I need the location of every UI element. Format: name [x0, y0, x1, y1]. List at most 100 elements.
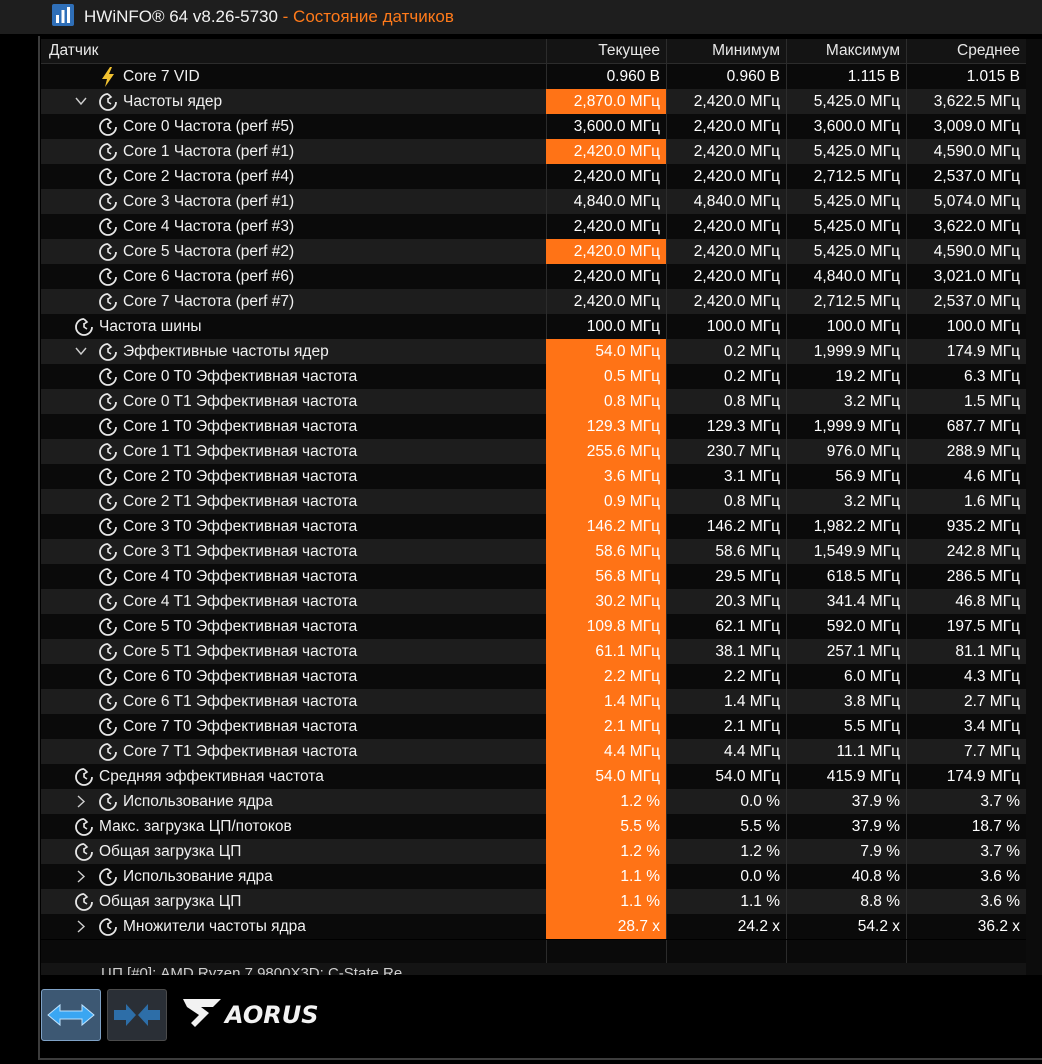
sensor-name: Core 7 T1 Эффективная частота: [97, 739, 357, 764]
min-value: 2,420.0 МГц: [666, 214, 786, 239]
next-group-row[interactable]: ЦП [#0]: AMD Ryzen 7 9800X3D: C-State Re…: [41, 963, 1026, 975]
max-value: 618.5 МГц: [786, 564, 906, 589]
table-row[interactable]: Макс. загрузка ЦП/потоков 5.5 % 5.5 % 37.9 …: [41, 814, 1026, 839]
table-row[interactable]: Core 4 Частота (perf #3) 2,420.0 МГц 2,420…: [41, 214, 1026, 239]
clock-icon: [97, 341, 119, 363]
current-value: 2,420.0 МГц: [546, 214, 666, 239]
table-row[interactable]: Core 3 T0 Эффективная частота 146.2 МГц 14…: [41, 514, 1026, 539]
table-row[interactable]: Общая загрузка ЦП 1.2 % 1.2 % 7.9 % 3.7 %: [41, 839, 1026, 864]
expand-arrows-icon: [47, 1003, 95, 1027]
table-row[interactable]: Core 0 T1 Эффективная частота 0.8 МГц 0.8 …: [41, 389, 1026, 414]
sensor-label: Core 0 T0 Эффективная частота: [123, 368, 358, 385]
table-row[interactable]: Частота шины 100.0 МГц 100.0 МГц 100.0 МГц 1…: [41, 314, 1026, 339]
sensor-name: Макс. загрузка ЦП/потоков: [73, 814, 292, 839]
clock-icon: [73, 816, 95, 838]
table-row[interactable]: Core 0 T0 Эффективная частота 0.5 МГц 0.2 …: [41, 364, 1026, 389]
sensor-name: Core 6 T0 Эффективная частота: [97, 664, 357, 689]
table-row[interactable]: Core 2 T0 Эффективная частота 3.6 МГц 3.1 …: [41, 464, 1026, 489]
column-header-sensor[interactable]: Датчик: [41, 39, 546, 64]
avg-value: 100.0 МГц: [906, 314, 1026, 339]
table-row[interactable]: Core 1 T1 Эффективная частота 255.6 МГц 23…: [41, 439, 1026, 464]
table-row[interactable]: Core 0 Частота (perf #5) 3,600.0 МГц 2,420…: [41, 114, 1026, 139]
sensor-name: Использование ядра: [97, 789, 273, 814]
table-row[interactable]: Core 7 Частота (perf #7) 2,420.0 МГц 2,420…: [41, 289, 1026, 314]
expand-all-button[interactable]: [41, 989, 101, 1041]
sensor-label: Множители частоты ядра: [123, 918, 306, 935]
column-header-avg[interactable]: Среднее: [906, 39, 1026, 64]
table-row[interactable]: Core 7 T0 Эффективная частота 2.1 МГц 2.1 …: [41, 714, 1026, 739]
scrollbar[interactable]: [1026, 39, 1042, 975]
window-title-subtitle: Состояние датчиков: [293, 7, 454, 26]
table-row[interactable]: Core 6 T1 Эффективная частота 1.4 МГц 1.4 …: [41, 689, 1026, 714]
table-row[interactable]: Core 6 T0 Эффективная частота 2.2 МГц 2.2 …: [41, 664, 1026, 689]
sensor-label: Core 7 T1 Эффективная частота: [123, 743, 358, 760]
collapse-all-button[interactable]: [107, 989, 167, 1041]
clock-icon: [97, 416, 119, 438]
min-value: 2,420.0 МГц: [666, 114, 786, 139]
table-row[interactable]: Core 5 T0 Эффективная частота 109.8 МГц 62…: [41, 614, 1026, 639]
table-row[interactable]: Использование ядра 1.1 % 0.0 % 40.8 % 3.6 %: [41, 864, 1026, 889]
table-row[interactable]: Core 5 Частота (perf #2) 2,420.0 МГц 2,420…: [41, 239, 1026, 264]
current-value: 1.2 %: [546, 839, 666, 864]
table-row[interactable]: Core 7 VID 0.960 В 0.960 В 1.115 В 1.015 В: [41, 64, 1026, 89]
table-row[interactable]: Частоты ядер 2,870.0 МГц 2,420.0 МГц 5,425.…: [41, 89, 1026, 114]
table-row[interactable]: Core 1 T0 Эффективная частота 129.3 МГц 12…: [41, 414, 1026, 439]
sensor-name-cell: Использование ядра: [41, 864, 546, 889]
current-value: 4.4 МГц: [546, 739, 666, 764]
window-title-separator: -: [277, 7, 294, 26]
sensor-name-cell: Средняя эффективная частота: [41, 764, 546, 789]
min-value: 20.3 МГц: [666, 589, 786, 614]
sensor-name-cell: Core 3 T0 Эффективная частота: [41, 514, 546, 539]
chevron-right-icon[interactable]: [73, 864, 89, 889]
clock-icon: [97, 516, 119, 538]
chevron-right-icon[interactable]: [73, 789, 89, 814]
current-value: 3.6 МГц: [546, 464, 666, 489]
chevron-down-icon[interactable]: [73, 89, 89, 114]
sensor-name-cell: Core 1 T0 Эффективная частота: [41, 414, 546, 439]
chevron-right-icon[interactable]: [73, 914, 89, 939]
table-row[interactable]: Core 2 T1 Эффективная частота 0.9 МГц 0.8 …: [41, 489, 1026, 514]
current-value: 1.4 МГц: [546, 689, 666, 714]
table-row[interactable]: Core 5 T1 Эффективная частота 61.1 МГц 38.…: [41, 639, 1026, 664]
max-value: 1.115 В: [786, 64, 906, 89]
table-row[interactable]: Core 7 T1 Эффективная частота 4.4 МГц 4.4 …: [41, 739, 1026, 764]
column-header-current[interactable]: Текущее: [546, 39, 666, 64]
table-row[interactable]: Core 6 Частота (perf #6) 2,420.0 МГц 2,420…: [41, 264, 1026, 289]
sensor-name-cell: Core 6 T1 Эффективная частота: [41, 689, 546, 714]
table-row[interactable]: Средняя эффективная частота 54.0 МГц 54.0 …: [41, 764, 1026, 789]
sensor-name-cell: Использование ядра: [41, 789, 546, 814]
column-header-min[interactable]: Минимум: [666, 39, 786, 64]
clock-icon: [97, 741, 119, 763]
clock-icon: [73, 891, 95, 913]
current-value: 2,420.0 МГц: [546, 289, 666, 314]
table-row[interactable]: Core 1 Частота (perf #1) 2,420.0 МГц 2,420…: [41, 139, 1026, 164]
table-row[interactable]: Core 4 T1 Эффективная частота 30.2 МГц 20.…: [41, 589, 1026, 614]
chevron-down-icon[interactable]: [73, 339, 89, 364]
sensor-label: Core 7 Частота (perf #7): [123, 293, 295, 310]
table-row[interactable]: Использование ядра 1.2 % 0.0 % 37.9 % 3.7 %: [41, 789, 1026, 814]
min-value: 0.8 МГц: [666, 489, 786, 514]
table-row[interactable]: Общая загрузка ЦП 1.1 % 1.1 % 8.8 % 3.6 %: [41, 889, 1026, 914]
table-row[interactable]: Core 3 T1 Эффективная частота 58.6 МГц 58.…: [41, 539, 1026, 564]
current-value: 146.2 МГц: [546, 514, 666, 539]
max-value: 37.9 %: [786, 789, 906, 814]
table-row[interactable]: Эффективные частоты ядер 54.0 МГц 0.2 МГц 1…: [41, 339, 1026, 364]
max-value: 3.2 МГц: [786, 389, 906, 414]
sensor-label: Core 6 Частота (perf #6): [123, 268, 295, 285]
table-row[interactable]: Core 2 Частота (perf #4) 2,420.0 МГц 2,420…: [41, 164, 1026, 189]
min-value: 2,420.0 МГц: [666, 239, 786, 264]
min-value: 0.8 МГц: [666, 389, 786, 414]
table-row[interactable]: Множители частоты ядра 28.7 x 24.2 x 54.2 x…: [41, 914, 1026, 939]
current-value: 61.1 МГц: [546, 639, 666, 664]
sensor-name-cell: Общая загрузка ЦП: [41, 889, 546, 914]
column-header-max[interactable]: Максимум: [786, 39, 906, 64]
table-row[interactable]: Core 3 Частота (perf #1) 4,840.0 МГц 4,840…: [41, 189, 1026, 214]
avg-value: 6.3 МГц: [906, 364, 1026, 389]
max-value: 3.8 МГц: [786, 689, 906, 714]
max-value: 1,999.9 МГц: [786, 414, 906, 439]
hwinfo-app-icon: [52, 4, 74, 26]
clock-icon: [97, 241, 119, 263]
clock-icon: [97, 716, 119, 738]
sensor-label: Core 2 T1 Эффективная частота: [123, 493, 358, 510]
table-row[interactable]: Core 4 T0 Эффективная частота 56.8 МГц 29.…: [41, 564, 1026, 589]
